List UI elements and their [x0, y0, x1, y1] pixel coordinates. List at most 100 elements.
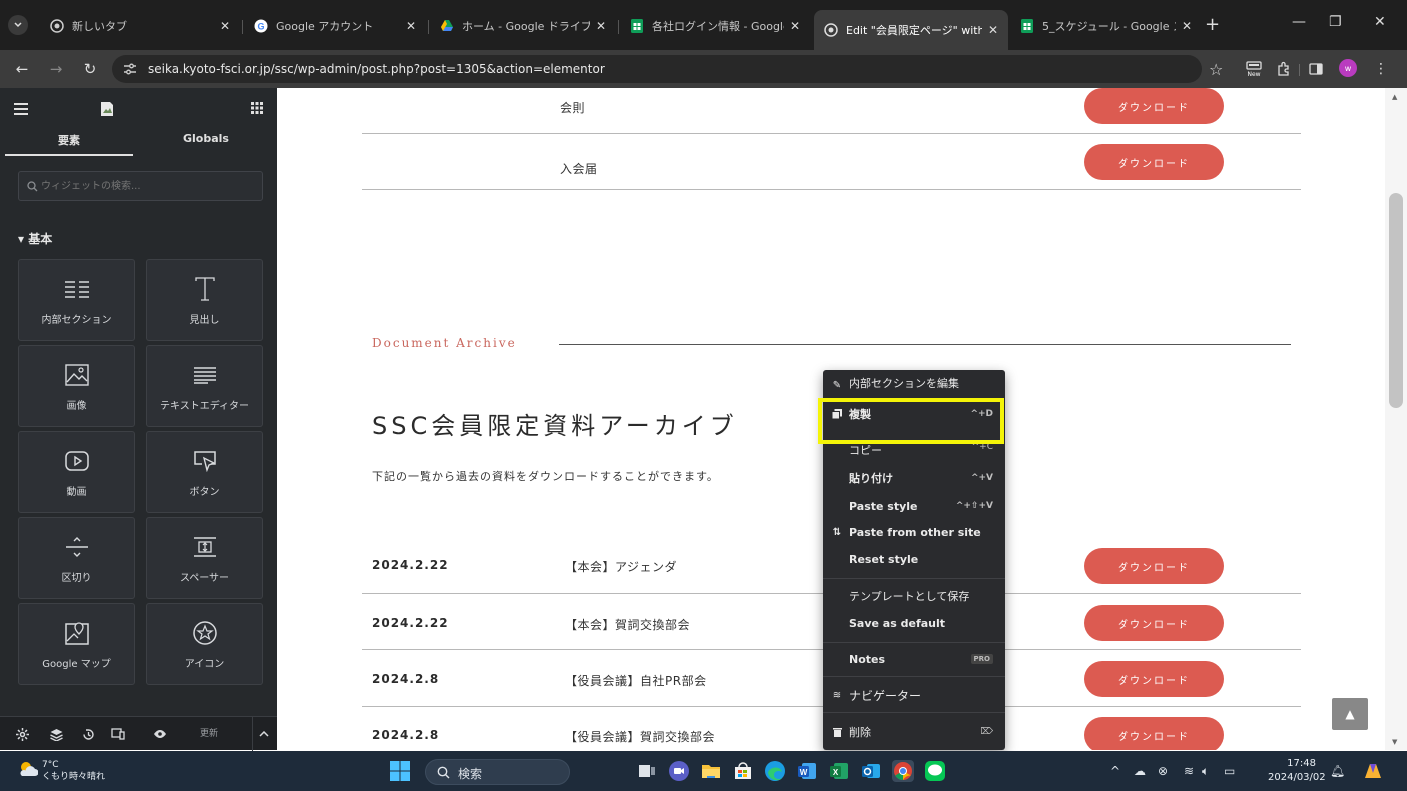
profile-avatar[interactable]: w	[1339, 59, 1357, 77]
line-app-icon[interactable]	[924, 760, 946, 782]
menu-item-navigator[interactable]: ≋ ナビゲーター	[823, 683, 1005, 707]
scrollbar-thumb[interactable]	[1389, 193, 1403, 408]
wifi-icon[interactable]: ≋	[1184, 764, 1194, 778]
notifications-bell-icon[interactable]: 🔔︎	[1330, 764, 1345, 778]
battery-icon[interactable]: ▭	[1224, 764, 1235, 778]
tab-google-drive[interactable]: ホーム - Google ドライブ ✕	[430, 10, 616, 42]
address-bar[interactable]: seika.kyoto-fsci.or.jp/ssc/wp-admin/post…	[112, 55, 1202, 83]
menu-item-reset-style[interactable]: Reset style	[823, 547, 1005, 571]
file-explorer-icon[interactable]	[700, 760, 722, 782]
close-icon[interactable]: ✕	[220, 19, 230, 33]
tab-new-tab[interactable]: 新しいタブ ✕	[40, 10, 240, 42]
download-button[interactable]: ダウンロード	[1084, 661, 1224, 697]
menu-item-save-as-template[interactable]: テンプレートとして保存	[823, 584, 1005, 608]
new-feature-icon[interactable]: New	[1244, 60, 1264, 78]
new-tab-button[interactable]: +	[1205, 14, 1220, 35]
widget-button[interactable]: ボタン	[146, 431, 263, 513]
notification-badge-icon[interactable]: ⊗	[1158, 764, 1168, 778]
restore-icon[interactable]: ❐	[1329, 14, 1342, 30]
menu-item-notes[interactable]: Notes PRO	[823, 647, 1005, 671]
scroll-to-top-icon[interactable]: ▲	[1332, 698, 1368, 730]
preview-eye-icon[interactable]	[152, 726, 168, 742]
menu-item-paste-style[interactable]: Paste style ^+⇧+V	[823, 494, 1005, 518]
menu-item-paste[interactable]: 貼り付け ^+V	[823, 466, 1005, 490]
layers-icon[interactable]	[48, 726, 64, 742]
copilot-icon[interactable]	[1362, 760, 1384, 782]
widget-inner-section[interactable]: 内部セクション	[18, 259, 135, 341]
side-panel-icon[interactable]	[1309, 60, 1323, 78]
tab-search-icon[interactable]	[8, 15, 28, 35]
page-scrollbar[interactable]: ▲ ▼	[1385, 88, 1407, 750]
excel-icon[interactable]: X	[828, 760, 850, 782]
menu-item-save-as-default[interactable]: Save as default	[823, 611, 1005, 635]
menu-item-copy[interactable]: コピー ^+C	[823, 442, 1005, 460]
tab-elements[interactable]: 要素	[5, 132, 133, 156]
close-icon[interactable]: ✕	[596, 19, 606, 33]
hamburger-menu-icon[interactable]	[14, 103, 28, 115]
close-icon[interactable]: ✕	[1182, 19, 1192, 33]
widget-video[interactable]: 動画	[18, 431, 135, 513]
menu-kebab-icon[interactable]: ⋮	[1374, 60, 1388, 78]
tab-login-sheet[interactable]: 各社ログイン情報 - Google ス ✕	[620, 10, 810, 42]
widget-search-input[interactable]	[41, 178, 251, 195]
widget-spacer[interactable]: スペーサー	[146, 517, 263, 599]
outlook-icon[interactable]	[860, 760, 882, 782]
star-icon	[191, 619, 219, 647]
download-button[interactable]: ダウンロード	[1084, 88, 1224, 124]
tab-elementor-edit[interactable]: Edit "会員限定ページ" with E ✕	[814, 10, 1008, 50]
menu-item-edit-inner-section[interactable]: ✎ 内部セクションを編集	[823, 377, 1005, 391]
onedrive-icon[interactable]: ☁	[1134, 764, 1146, 778]
menu-item-delete[interactable]: 削除 ⌦	[823, 720, 1005, 744]
close-icon[interactable]: ✕	[790, 19, 800, 33]
download-button[interactable]: ダウンロード	[1084, 144, 1224, 180]
download-button[interactable]: ダウンロード	[1084, 605, 1224, 641]
update-options-chevron-up-icon[interactable]	[252, 717, 274, 751]
apps-grid-icon[interactable]	[251, 102, 263, 114]
scroll-up-icon[interactable]: ▲	[1392, 93, 1397, 101]
taskbar-search[interactable]: 検索	[425, 759, 570, 785]
task-view-icon[interactable]	[636, 760, 658, 782]
close-icon[interactable]: ✕	[988, 23, 998, 37]
edge-browser-icon[interactable]	[764, 760, 786, 782]
search-icon	[437, 766, 450, 779]
widget-search[interactable]	[18, 171, 263, 201]
widget-divider[interactable]: 区切り	[18, 517, 135, 599]
widget-icon[interactable]: アイコン	[146, 603, 263, 685]
site-settings-icon[interactable]	[122, 62, 138, 76]
download-button[interactable]: ダウンロード	[1084, 717, 1224, 750]
window-close-icon[interactable]: ✕	[1374, 14, 1386, 30]
settings-icon[interactable]	[14, 726, 30, 742]
widget-text-editor[interactable]: テキストエディター	[146, 345, 263, 427]
extensions-icon[interactable]	[1276, 60, 1292, 78]
widget-google-maps[interactable]: Google マップ	[18, 603, 135, 685]
scroll-down-icon[interactable]: ▼	[1392, 738, 1397, 746]
weather-icon[interactable]	[18, 761, 38, 777]
bookmark-star-icon[interactable]: ☆	[1209, 60, 1223, 79]
tray-chevron-up-icon[interactable]: ^	[1110, 764, 1120, 778]
tab-google-account[interactable]: G Google アカウント ✕	[244, 10, 426, 42]
download-button[interactable]: ダウンロード	[1084, 548, 1224, 584]
history-icon[interactable]	[80, 726, 96, 742]
widget-image[interactable]: 画像	[18, 345, 135, 427]
weather-widget[interactable]: 7°C くもり時々晴れ	[42, 759, 105, 783]
chrome-taskbar-icon[interactable]	[892, 760, 914, 782]
forward-icon[interactable]: →	[46, 59, 66, 79]
update-button[interactable]: 更新	[200, 726, 218, 739]
widget-heading[interactable]: 見出し	[146, 259, 263, 341]
minimize-icon[interactable]: —	[1292, 14, 1306, 30]
microsoft-store-icon[interactable]	[732, 760, 754, 782]
map-icon	[63, 619, 91, 647]
volume-icon[interactable]: 🔈︎	[1202, 764, 1209, 779]
windows-start-icon[interactable]	[390, 761, 410, 781]
teams-meet-icon[interactable]	[668, 760, 690, 782]
back-icon[interactable]: ←	[12, 59, 32, 79]
tab-globals[interactable]: Globals	[142, 132, 270, 145]
tab-schedule-sheet[interactable]: 5_スケジュール - Google スプレ ✕	[1010, 10, 1202, 42]
responsive-mode-icon[interactable]	[110, 726, 126, 742]
menu-item-paste-from-other-site[interactable]: ⇅ Paste from other site	[823, 520, 1005, 544]
reload-icon[interactable]: ↻	[80, 59, 100, 79]
clock[interactable]: 17:48 2024/03/02	[1268, 757, 1326, 785]
category-basic[interactable]: ▾ 基本	[18, 230, 52, 247]
close-icon[interactable]: ✕	[406, 19, 416, 33]
word-icon[interactable]: W	[796, 760, 818, 782]
